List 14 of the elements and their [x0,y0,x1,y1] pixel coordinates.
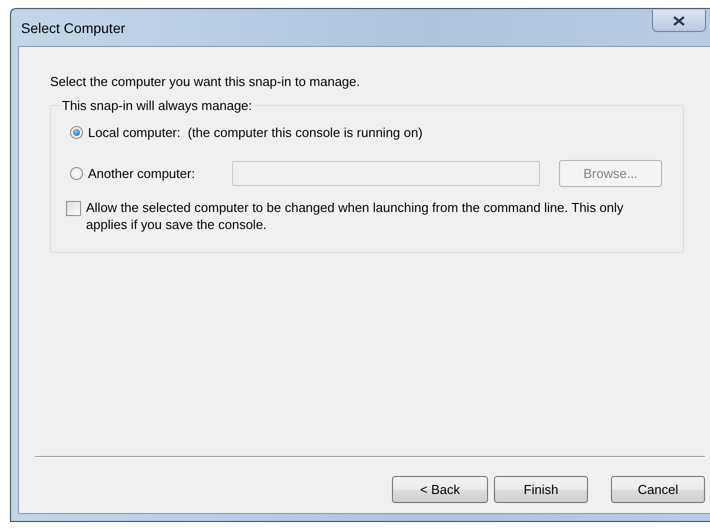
window-title: Select Computer [21,20,126,36]
close-button[interactable] [652,10,706,32]
radio-button[interactable] [70,126,83,138]
radio-label: Local computer: (the computer this console is running on) [88,124,423,140]
radio-label: Another computer: [88,166,195,180]
group-legend: This snap-in will always manage: [60,98,254,113]
instruction-text: Select the computer you want this snap-in to manage. [50,74,362,89]
checkbox[interactable] [66,201,81,216]
close-icon [673,16,685,26]
radio-button[interactable] [70,166,83,180]
dialog-button[interactable]: < Back [392,476,488,503]
checkbox-label: Allow the selected computer to be changed when launching from the command line. This only applies if you save the console. [86,199,624,233]
dialog-button[interactable]: Cancel [611,476,705,503]
dialog-button[interactable]: Finish [494,476,588,503]
